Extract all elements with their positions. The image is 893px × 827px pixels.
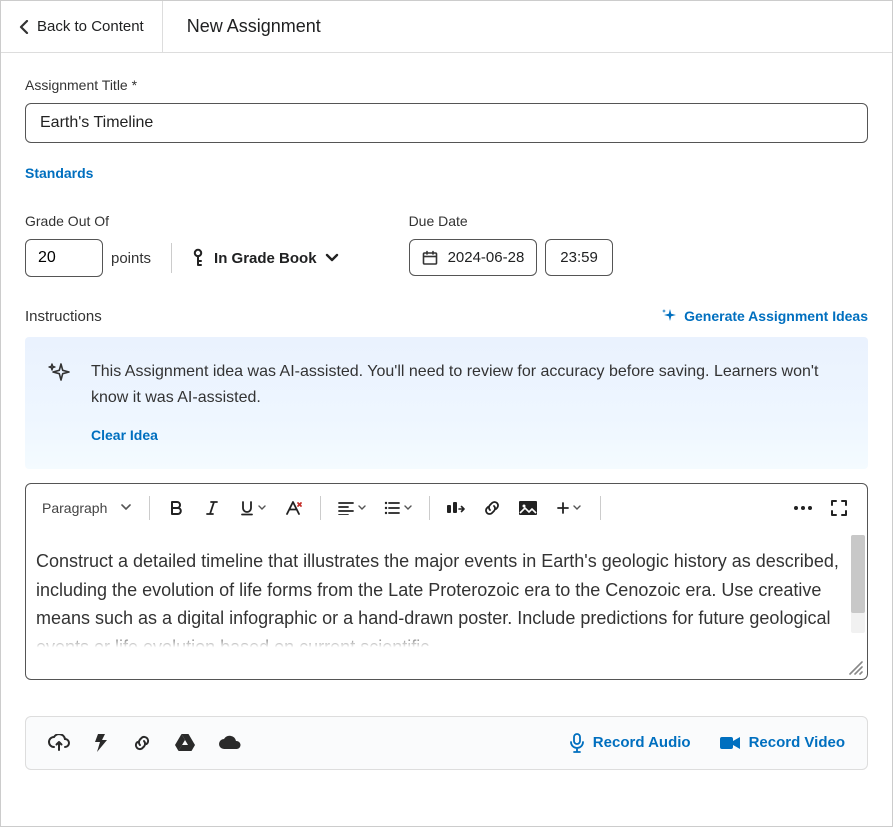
attachment-bar: Record Audio Record Video [25, 716, 868, 770]
record-video-label: Record Video [749, 734, 845, 751]
onedrive-icon[interactable] [218, 735, 242, 751]
chevron-down-icon [358, 505, 366, 511]
chevron-down-icon [258, 505, 266, 511]
gradebook-label: In Grade Book [214, 250, 317, 267]
page-title: New Assignment [163, 1, 345, 52]
instructions-label: Instructions [25, 308, 102, 325]
quicklink-icon[interactable] [92, 733, 110, 753]
insert-quicklink-button[interactable] [440, 492, 472, 524]
toolbar-separator [429, 496, 430, 520]
image-button[interactable] [512, 492, 544, 524]
link-button[interactable] [476, 492, 508, 524]
insert-more-button[interactable] [548, 492, 590, 524]
resize-handle[interactable] [847, 659, 863, 675]
chevron-down-icon [404, 505, 412, 511]
assignment-title-label: Assignment Title * [25, 77, 868, 93]
due-date-label: Due Date [409, 213, 613, 229]
due-time-value: 23:59 [560, 249, 598, 266]
due-time-input[interactable]: 23:59 [545, 239, 613, 276]
record-video-button[interactable]: Record Video [719, 733, 845, 753]
format-label: Paragraph [42, 500, 107, 516]
due-date-value: 2024-06-28 [448, 249, 525, 266]
sparkle-icon [660, 307, 678, 325]
record-audio-button[interactable]: Record Audio [569, 733, 691, 753]
toolbar-separator [149, 496, 150, 520]
italic-button[interactable] [196, 492, 228, 524]
record-audio-label: Record Audio [593, 734, 691, 751]
video-icon [719, 736, 741, 750]
rich-text-editor: Paragraph [25, 483, 868, 680]
ai-assist-banner: This Assignment idea was AI-assisted. Yo… [25, 337, 868, 469]
editor-scrollbar[interactable] [851, 535, 865, 633]
due-date-input[interactable]: 2024-06-28 [409, 239, 538, 276]
standards-link[interactable]: Standards [25, 165, 93, 181]
microphone-icon [569, 733, 585, 753]
generate-ideas-label: Generate Assignment Ideas [684, 308, 868, 324]
clear-format-button[interactable] [278, 492, 310, 524]
points-label: points [111, 250, 151, 267]
scroll-thumb[interactable] [851, 535, 865, 613]
calendar-icon [422, 250, 438, 266]
upload-icon[interactable] [48, 734, 70, 752]
editor-toolbar: Paragraph [26, 484, 867, 532]
toolbar-separator [600, 496, 601, 520]
gradebook-dropdown[interactable]: In Grade Book [190, 248, 339, 268]
list-button[interactable] [377, 492, 419, 524]
grade-points-input[interactable] [25, 239, 103, 277]
editor-body[interactable]: Construct a detailed timeline that illus… [26, 533, 867, 651]
more-actions-button[interactable] [787, 492, 819, 524]
toolbar-separator [320, 496, 321, 520]
link-icon[interactable] [132, 733, 152, 753]
back-to-content-button[interactable]: Back to Content [1, 1, 163, 52]
fullscreen-button[interactable] [823, 492, 855, 524]
sparkle-icon [47, 361, 71, 449]
chevron-down-icon [325, 253, 339, 263]
format-select[interactable]: Paragraph [38, 500, 139, 516]
grade-label: Grade Out Of [25, 213, 339, 229]
align-button[interactable] [331, 492, 373, 524]
generate-ideas-button[interactable]: Generate Assignment Ideas [660, 307, 868, 325]
chevron-down-icon [573, 505, 581, 511]
clear-idea-button[interactable]: Clear Idea [91, 424, 158, 446]
assignment-title-input[interactable] [25, 103, 868, 143]
separator [171, 243, 172, 273]
chevron-left-icon [19, 20, 29, 34]
underline-button[interactable] [232, 492, 274, 524]
app-header: Back to Content New Assignment [1, 1, 892, 53]
chevron-down-icon [121, 504, 131, 511]
ai-banner-text: This Assignment idea was AI-assisted. Yo… [91, 363, 818, 406]
google-drive-icon[interactable] [174, 733, 196, 752]
bold-button[interactable] [160, 492, 192, 524]
key-icon [190, 248, 206, 268]
back-label: Back to Content [37, 18, 144, 35]
